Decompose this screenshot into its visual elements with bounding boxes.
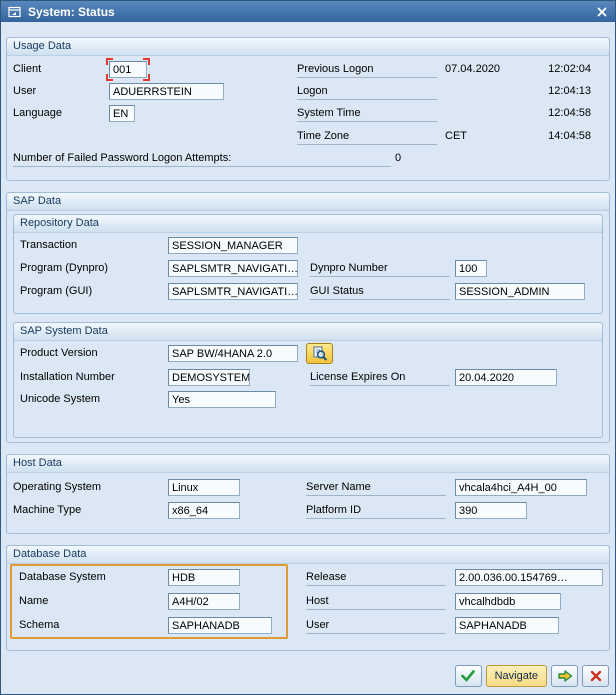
server-name-label: Server Name: [306, 479, 446, 496]
database-data-header: Database Data: [7, 546, 609, 564]
database-name-label: Name: [19, 593, 48, 610]
unicode-system-field[interactable]: Yes: [168, 391, 276, 408]
transaction-label: Transaction: [20, 237, 77, 254]
dynpro-number-label: Dynpro Number: [310, 260, 450, 277]
system-status-dialog: System: Status Usage Data Client 001 Pre…: [0, 0, 616, 695]
release-field[interactable]: 2.00.036.00.154769…: [455, 569, 603, 586]
sap-system-data-header: SAP System Data: [14, 323, 602, 341]
database-system-field[interactable]: HDB: [168, 569, 240, 586]
program-dynpro-field[interactable]: SAPLSMTR_NAVIGATI…: [168, 260, 298, 277]
client-label: Client: [13, 61, 41, 78]
program-gui-label: Program (GUI): [20, 283, 92, 300]
operating-system-label: Operating System: [13, 479, 101, 496]
check-icon: [461, 670, 475, 682]
dynpro-number-field[interactable]: 100: [455, 260, 487, 277]
exit-button[interactable]: [551, 665, 578, 687]
user-label: User: [13, 83, 36, 100]
exit-arrow-icon: [557, 669, 573, 683]
platform-id-label: Platform ID: [306, 502, 446, 519]
gui-status-field[interactable]: SESSION_ADMIN: [455, 283, 585, 300]
window-title: System: Status: [28, 5, 593, 19]
database-user-label: User: [306, 617, 446, 634]
system-time-value: 12:04:58: [507, 105, 591, 122]
installation-number-field[interactable]: DEMOSYSTEM: [168, 369, 250, 386]
client-field[interactable]: 001: [109, 61, 147, 78]
usage-data-header: Usage Data: [7, 38, 609, 56]
machine-type-label: Machine Type: [13, 502, 81, 519]
failed-attempts-label: Number of Failed Password Logon Attempts…: [13, 150, 391, 167]
time-zone-time: 14:04:58: [507, 128, 591, 145]
server-name-field[interactable]: vhcala4hci_A4H_00: [455, 479, 587, 496]
close-icon: [597, 7, 607, 17]
schema-label: Schema: [19, 617, 59, 634]
repository-data-group: Repository Data Transaction SESSION_MANA…: [13, 214, 603, 314]
product-version-field[interactable]: SAP BW/4HANA 2.0: [168, 345, 298, 362]
machine-type-field[interactable]: x86_64: [168, 502, 240, 519]
navigate-button-label: Navigate: [495, 670, 538, 682]
logon-label: Logon: [297, 83, 437, 100]
magnifier-icon: [312, 346, 328, 362]
user-field[interactable]: ADUERRSTEIN: [109, 83, 224, 100]
schema-field[interactable]: SAPHANADB: [168, 617, 272, 634]
unicode-system-label: Unicode System: [20, 391, 100, 408]
continue-button[interactable]: [455, 665, 482, 687]
product-version-details-button[interactable]: [306, 343, 333, 364]
database-system-label: Database System: [19, 569, 106, 586]
dialog-icon: [6, 4, 23, 20]
database-host-field[interactable]: vhcalhdbdb: [455, 593, 561, 610]
database-name-field[interactable]: A4H/02: [168, 593, 240, 610]
gui-status-label: GUI Status: [310, 283, 450, 300]
titlebar[interactable]: System: Status: [1, 1, 615, 22]
time-zone-label: Time Zone: [297, 128, 437, 145]
system-time-label: System Time: [297, 105, 437, 122]
logon-time: 12:04:13: [507, 83, 591, 100]
time-zone-value: CET: [445, 128, 467, 145]
platform-id-field[interactable]: 390: [455, 502, 527, 519]
repository-data-header: Repository Data: [14, 215, 602, 233]
program-dynpro-label: Program (Dynpro): [20, 260, 108, 277]
dialog-footer: Navigate: [455, 665, 609, 687]
failed-attempts-value: 0: [395, 150, 401, 167]
database-data-group: Database Data Database System HDB Releas…: [6, 545, 610, 651]
previous-logon-label: Previous Logon: [297, 61, 437, 78]
sap-data-header: SAP Data: [7, 193, 609, 211]
database-host-label: Host: [306, 593, 446, 610]
license-expires-label: License Expires On: [310, 369, 450, 386]
product-version-label: Product Version: [20, 345, 98, 362]
dialog-content: Usage Data Client 001 Previous Logon 07.…: [1, 22, 615, 651]
program-gui-field[interactable]: SAPLSMTR_NAVIGATI…: [168, 283, 298, 300]
close-button[interactable]: [593, 4, 610, 20]
language-label: Language: [13, 105, 62, 122]
license-expires-field[interactable]: 20.04.2020: [455, 369, 557, 386]
release-label: Release: [306, 569, 446, 586]
installation-number-label: Installation Number: [20, 369, 115, 386]
host-data-header: Host Data: [7, 455, 609, 473]
navigate-button[interactable]: Navigate: [486, 665, 547, 687]
transaction-field[interactable]: SESSION_MANAGER: [168, 237, 298, 254]
operating-system-field[interactable]: Linux: [168, 479, 240, 496]
cancel-x-icon: [590, 670, 602, 682]
previous-logon-time: 12:02:04: [507, 61, 591, 78]
cancel-button[interactable]: [582, 665, 609, 687]
sap-data-group: SAP Data Repository Data Transaction SES…: [6, 192, 610, 443]
database-user-field[interactable]: SAPHANADB: [455, 617, 559, 634]
host-data-group: Host Data Operating System Linux Server …: [6, 454, 610, 534]
usage-data-group: Usage Data Client 001 Previous Logon 07.…: [6, 37, 610, 181]
sap-system-data-group: SAP System Data Product Version SAP BW/4…: [13, 322, 603, 438]
previous-logon-date: 07.04.2020: [445, 61, 500, 78]
language-field[interactable]: EN: [109, 105, 135, 122]
